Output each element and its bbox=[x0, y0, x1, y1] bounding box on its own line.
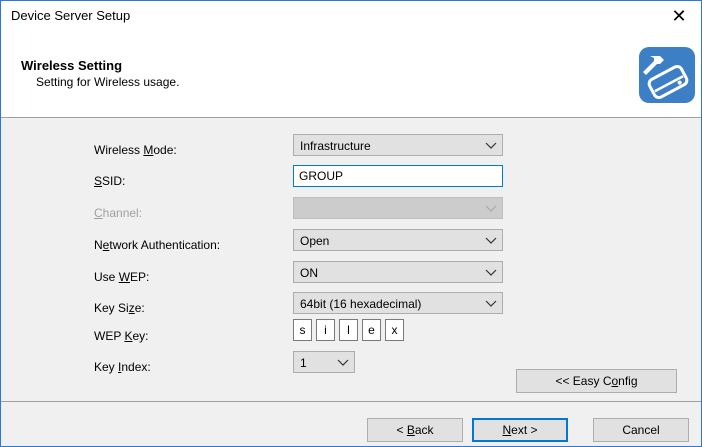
ssid-label: SSID: bbox=[94, 174, 126, 188]
close-icon: ✕ bbox=[671, 6, 687, 26]
chevron-down-icon bbox=[485, 205, 497, 212]
key-size-label: Key Size: bbox=[94, 301, 145, 315]
chevron-down-icon bbox=[337, 359, 349, 366]
wireless-mode-label: Wireless Mode: bbox=[94, 143, 177, 157]
wep-key-char-4[interactable]: e bbox=[362, 319, 381, 341]
key-index-label: Key Index: bbox=[94, 360, 151, 374]
wireless-mode-select[interactable]: Infrastructure bbox=[293, 134, 503, 156]
network-auth-label: Network Authentication: bbox=[94, 238, 221, 252]
cancel-button[interactable]: Cancel bbox=[593, 418, 689, 442]
wep-key-label: WEP Key: bbox=[94, 329, 149, 343]
use-wep-label: Use WEP: bbox=[94, 270, 150, 284]
footer-divider bbox=[1, 401, 701, 402]
close-button[interactable]: ✕ bbox=[657, 1, 701, 31]
chevron-down-icon bbox=[485, 269, 497, 276]
ssid-input[interactable]: GROUP bbox=[293, 165, 503, 187]
chevron-down-icon bbox=[485, 237, 497, 244]
network-auth-select[interactable]: Open bbox=[293, 229, 503, 251]
wep-key-char-2[interactable]: i bbox=[316, 319, 335, 341]
channel-label: Channel: bbox=[94, 206, 143, 220]
use-wep-select[interactable]: ON bbox=[293, 261, 503, 283]
window-title: Device Server Setup bbox=[11, 8, 131, 23]
title-bar: Device Server Setup ✕ bbox=[1, 1, 701, 31]
page-subtitle: Setting for Wireless usage. bbox=[36, 75, 180, 89]
page-title: Wireless Setting bbox=[21, 58, 123, 73]
wep-key-char-1[interactable]: s bbox=[293, 319, 312, 341]
wep-key-char-3[interactable]: l bbox=[339, 319, 358, 341]
easy-config-button[interactable]: << Easy Config bbox=[516, 369, 677, 393]
key-size-select[interactable]: 64bit (16 hexadecimal) bbox=[293, 292, 503, 314]
wizard-header: Wireless Setting Setting for Wireless us… bbox=[1, 31, 701, 118]
wep-key-char-5[interactable]: x bbox=[385, 319, 404, 341]
setup-dialog: Device Server Setup ✕ Wireless Setting S… bbox=[0, 0, 702, 447]
back-button[interactable]: < Back bbox=[367, 418, 463, 442]
chevron-down-icon bbox=[485, 142, 497, 149]
next-button[interactable]: Next > bbox=[472, 418, 568, 442]
channel-select bbox=[293, 197, 503, 219]
key-index-select[interactable]: 1 bbox=[293, 351, 355, 373]
wrench-router-icon bbox=[639, 47, 695, 103]
chevron-down-icon bbox=[485, 300, 497, 307]
